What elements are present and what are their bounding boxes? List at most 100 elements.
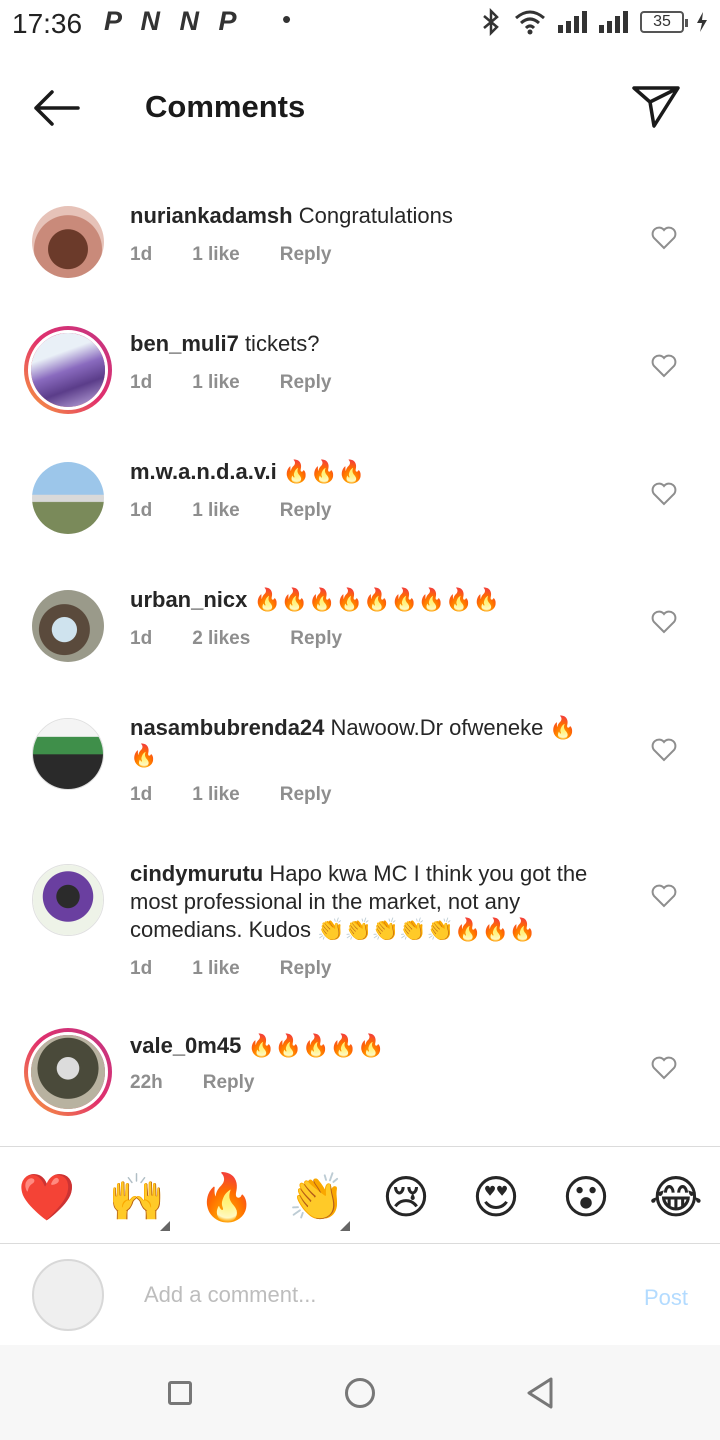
current-user-avatar [32,1259,104,1331]
comment-username[interactable]: nasambubrenda24 [130,715,324,740]
comment-text: nasambubrenda24 Nawoow.Dr ofweneke 🔥🔥 [130,714,600,770]
comment-item: ben_muli7 tickets? 1d 1 like Reply [0,308,720,428]
comment-item: m.w.a.n.d.a.v.i 🔥🔥🔥 1d 1 like Reply [0,436,720,556]
skin-tone-indicator-icon [340,1221,350,1231]
comment-meta: 1d 2 likes Reply [130,628,382,650]
charging-icon [697,12,707,32]
avatar[interactable] [32,462,104,534]
reply-button[interactable]: Reply [203,1072,255,1094]
comment-likes[interactable]: 1 like [192,244,240,266]
comment-text: urban_nicx 🔥🔥🔥🔥🔥🔥🔥🔥🔥 [130,586,610,614]
home-icon[interactable] [345,1378,375,1408]
reaction-heart-button[interactable]: ❤️ [18,1169,75,1225]
comment-time: 1d [130,784,153,805]
comment-item: nasambubrenda24 Nawoow.Dr ofweneke 🔥🔥 1d… [0,692,720,842]
comment-meta: 1d 1 like Reply [130,784,371,806]
comment-item: nuriankadamsh Congratulations 1d 1 like … [0,180,720,300]
bluetooth-icon [483,8,499,36]
comment-time: 1d [130,628,153,649]
comment-meta: 1d 1 like Reply [130,500,371,522]
comment-likes[interactable]: 2 likes [192,628,250,650]
comment-meta: 1d 1 like Reply [130,372,371,394]
comment-username[interactable]: cindymurutu [130,861,263,886]
reply-button[interactable]: Reply [280,372,332,394]
comment-time: 1d [130,958,153,979]
comment-content: 🔥🔥🔥🔥🔥🔥🔥🔥🔥 [253,587,501,612]
heart-icon[interactable] [650,736,678,764]
comment-time: 1d [130,372,153,393]
comment-likes[interactable]: 1 like [192,784,240,806]
comment-composer: Post [0,1245,720,1345]
arrow-left-icon[interactable] [28,84,84,132]
reaction-heart-eyes-button[interactable]: 😍 [468,1169,524,1225]
post-button[interactable]: Post [644,1285,688,1311]
comment-content: 🔥🔥🔥 [282,459,366,484]
signal-icon [558,11,587,33]
comment-time: 1d [130,244,153,265]
comment-username[interactable]: vale_0m45 [130,1033,241,1058]
comment-time: 1d [130,500,153,521]
recent-apps-icon[interactable] [168,1381,192,1405]
heart-icon[interactable] [650,882,678,910]
quick-reactions-bar: ❤️ 🙌 🔥 👏 😢 😍 😮 😂 [0,1146,720,1244]
reaction-crying-button[interactable]: 😢 [378,1169,434,1225]
reaction-clap-button[interactable]: 👏 [288,1169,345,1225]
reply-button[interactable]: Reply [290,628,342,650]
comment-time: 22h [130,1072,163,1093]
avatar[interactable] [24,326,112,414]
heart-icon[interactable] [650,480,678,508]
reaction-fire-button[interactable]: 🔥 [198,1169,255,1225]
heart-icon[interactable] [650,1054,678,1082]
reaction-raising-hands-button[interactable]: 🙌 [108,1169,165,1225]
heart-icon[interactable] [650,352,678,380]
comment-username[interactable]: nuriankadamsh [130,203,293,228]
comment-input[interactable] [144,1277,584,1313]
avatar[interactable] [32,718,104,790]
comment-text: cindymurutu Hapo kwa MC I think you got … [130,860,610,944]
comment-username[interactable]: m.w.a.n.d.a.v.i [130,459,277,484]
reply-button[interactable]: Reply [280,244,332,266]
skin-tone-indicator-icon [160,1221,170,1231]
avatar[interactable] [24,1028,112,1116]
status-indicators: 35 [480,8,708,36]
avatar[interactable] [32,590,104,662]
comment-content: tickets? [244,331,320,356]
page-title: Comments [145,89,306,124]
more-notifications-dot: • [282,4,292,34]
reaction-surprised-button[interactable]: 😮 [558,1169,614,1225]
battery-icon: 35 [640,11,688,33]
avatar[interactable] [32,864,104,936]
avatar[interactable] [32,206,104,278]
comment-text: vale_0m45 🔥🔥🔥🔥🔥 [130,1032,610,1060]
battery-level: 35 [653,13,671,30]
status-time: 17:36 [12,8,83,39]
paper-plane-icon[interactable] [630,80,682,132]
signal-icon [599,11,628,33]
comment-username[interactable]: urban_nicx [130,587,247,612]
comment-username[interactable]: ben_muli7 [130,331,239,356]
comment-item: cindymurutu Hapo kwa MC I think you got … [0,848,720,1024]
heart-icon[interactable] [650,224,678,252]
comment-item: vale_0m45 🔥🔥🔥🔥🔥 22h Reply [0,1028,720,1140]
reply-button[interactable]: Reply [280,958,332,980]
wifi-icon [515,10,545,35]
comment-meta: 22h Reply [130,1072,295,1094]
comment-meta: 1d 1 like Reply [130,244,371,266]
comment-likes[interactable]: 1 like [192,958,240,980]
reaction-laughing-button[interactable]: 😂 [648,1169,704,1225]
system-navigation-bar [0,1345,720,1440]
notification-app-icons: P N N P [104,6,243,36]
comment-likes[interactable]: 1 like [192,500,240,522]
status-bar: 17:36 P N N P • 35 [0,0,720,50]
heart-icon[interactable] [650,608,678,636]
comment-likes[interactable]: 1 like [192,372,240,394]
back-triangle-icon[interactable] [524,1375,556,1411]
comment-text: nuriankadamsh Congratulations [130,202,610,230]
reply-button[interactable]: Reply [280,784,332,806]
comment-content: 🔥🔥🔥🔥🔥 [247,1033,385,1058]
reply-button[interactable]: Reply [280,500,332,522]
comment-item: urban_nicx 🔥🔥🔥🔥🔥🔥🔥🔥🔥 1d 2 likes Reply [0,564,720,684]
comment-meta: 1d 1 like Reply [130,958,371,980]
comments-header: Comments [0,62,720,152]
comment-text: m.w.a.n.d.a.v.i 🔥🔥🔥 [130,458,610,486]
